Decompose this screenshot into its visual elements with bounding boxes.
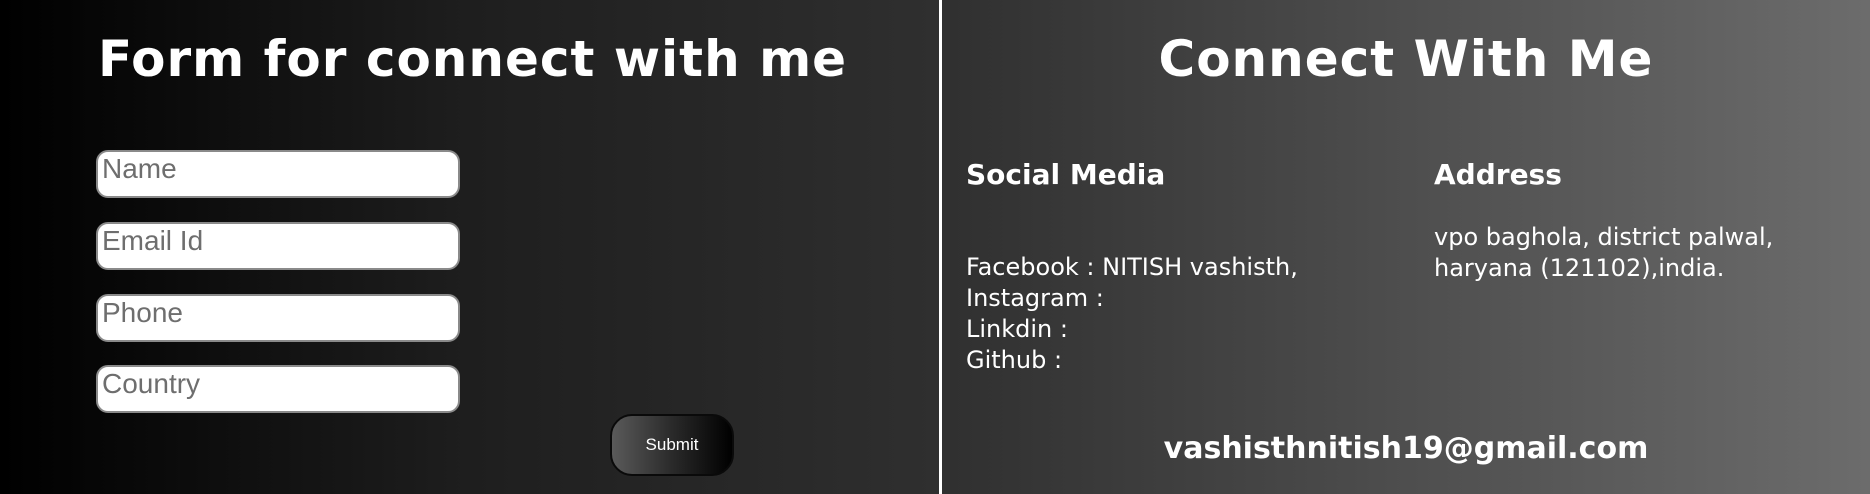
- social-media-heading: Social Media: [966, 158, 1166, 191]
- social-item-linkedin[interactable]: Linkdin :: [966, 314, 1298, 345]
- country-input[interactable]: [96, 365, 460, 413]
- social-item-instagram[interactable]: Instagram :: [966, 283, 1298, 314]
- submit-button[interactable]: Submit: [610, 414, 734, 476]
- social-item-github[interactable]: Github :: [966, 345, 1298, 376]
- contact-form-panel: Form for connect with me Submit: [0, 0, 939, 494]
- social-media-list: Facebook : NITISH vashisth, Instagram : …: [966, 252, 1298, 376]
- email-input[interactable]: [96, 222, 460, 270]
- connect-panel: Connect With Me Social Media Facebook : …: [942, 0, 1870, 494]
- name-input[interactable]: [96, 150, 460, 198]
- phone-input[interactable]: [96, 294, 460, 342]
- connect-title: Connect With Me: [1158, 30, 1654, 88]
- form-title: Form for connect with me: [98, 30, 848, 88]
- social-item-facebook[interactable]: Facebook : NITISH vashisth,: [966, 252, 1298, 283]
- address-text: vpo baghola, district palwal, haryana (1…: [1434, 223, 1774, 282]
- email-link[interactable]: vashisthnitish19@gmail.com: [942, 431, 1870, 466]
- address-heading: Address: [1434, 158, 1562, 191]
